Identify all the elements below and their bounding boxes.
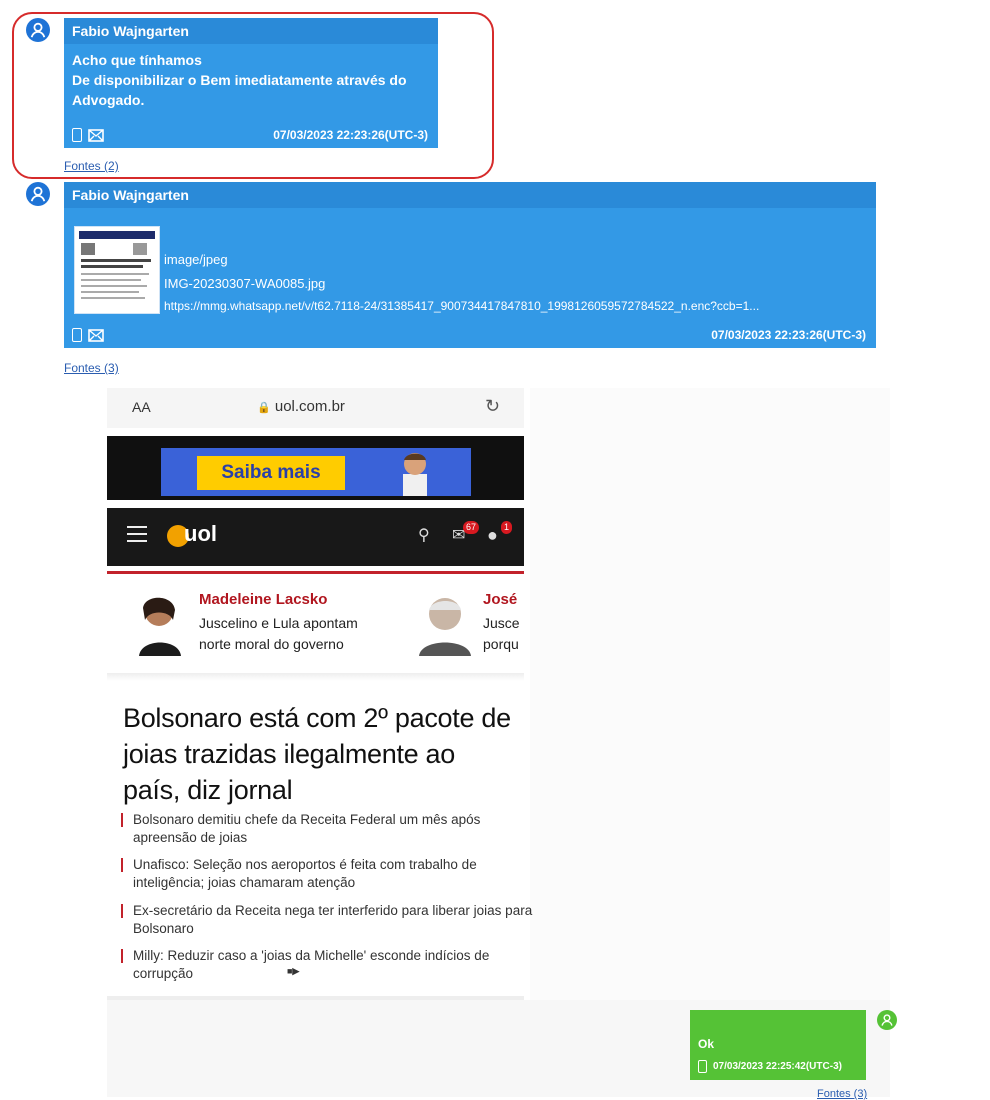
columnist-photo[interactable] [407,588,477,656]
section-divider [107,673,524,681]
section-divider [107,571,524,574]
contact-avatar [26,182,50,206]
message-footer: 07/03/2023 22:25:42(UTC-3) [698,1060,842,1073]
notification-badge: 1 [501,521,513,534]
message-timestamp: 07/03/2023 22:25:42(UTC-3) [713,1061,842,1072]
lock-icon: 🔒 [257,402,271,414]
related-link[interactable]: Unafisco: Seleção nos aeroportos é feita… [121,856,533,892]
attached-screenshot: AA 🔒 uol.com.br ↻ Saiba mais uol ⚲ ✉ 67 … [107,388,532,1000]
related-link[interactable]: Bolsonaro demitiu chefe da Receita Feder… [121,811,533,847]
highlight-annotation [12,12,494,179]
user-icon [30,186,46,202]
mail-icon [88,328,104,342]
sender-name: Fabio Wajngarten [64,182,876,208]
section-divider [107,996,524,1000]
columnist-photo[interactable] [129,588,191,656]
columnist-headline[interactable]: Jusce porqu [483,613,521,655]
video-icon: ■▶ [287,966,300,976]
sources-link[interactable]: Fontes (3) [817,1088,867,1100]
account-icon[interactable]: ● [487,525,498,546]
phone-icon [72,328,82,342]
attachment-filename: IMG-20230307-WA0085.jpg [164,276,326,291]
related-link[interactable]: Milly: Reduzir caso a 'joias da Michelle… [121,947,533,983]
sources-link[interactable]: Fontes (3) [64,361,119,375]
columnist-name[interactable]: José [483,591,517,608]
columnist-name[interactable]: Madeleine Lacsko [199,591,327,608]
ad-banner[interactable]: Saiba mais [107,436,524,500]
message-bubble-outgoing[interactable]: Ok 07/03/2023 22:25:42(UTC-3) [690,1010,866,1080]
browser-address-bar[interactable]: AA 🔒 uol.com.br ↻ [107,388,524,428]
attachment-mime: image/jpeg [164,252,228,267]
article-headline[interactable]: Bolsonaro está com 2º pacote de joias tr… [123,700,513,808]
faded-background [530,388,890,1000]
message-timestamp: 07/03/2023 22:23:26(UTC-3) [711,328,866,342]
attachment-url[interactable]: https://mmg.whatsapp.net/v/t62.7118-24/3… [164,299,869,313]
related-link[interactable]: Ex-secretário da Receita nega ter interf… [121,902,533,938]
mail-count-badge: 67 [463,521,480,534]
search-icon[interactable]: ⚲ [418,525,430,545]
hamburger-menu-icon[interactable] [127,526,147,547]
text-size-button[interactable]: AA [132,399,151,415]
address-url[interactable]: 🔒 uol.com.br [257,398,345,415]
site-navbar: uol ⚲ ✉ 67 ● 1 [107,508,524,566]
ad-creative: Saiba mais [161,448,471,496]
ad-cta-button[interactable]: Saiba mais [197,456,345,490]
domain-text: uol.com.br [274,398,345,415]
message-footer: 07/03/2023 22:23:26(UTC-3) [72,326,866,344]
user-icon [881,1014,893,1026]
uol-logo[interactable]: uol [184,521,217,547]
reload-icon[interactable]: ↻ [485,396,500,417]
ad-person-image [403,453,427,496]
phone-icon [698,1060,707,1073]
message-text: Ok [698,1037,715,1051]
attachment-thumbnail[interactable] [74,226,160,314]
message-bubble[interactable]: Fabio Wajngarten image/jpeg IMG-20230307… [64,182,876,348]
own-avatar [877,1010,897,1030]
columnist-headline[interactable]: Juscelino e Lula apontam norte moral do … [199,613,389,655]
